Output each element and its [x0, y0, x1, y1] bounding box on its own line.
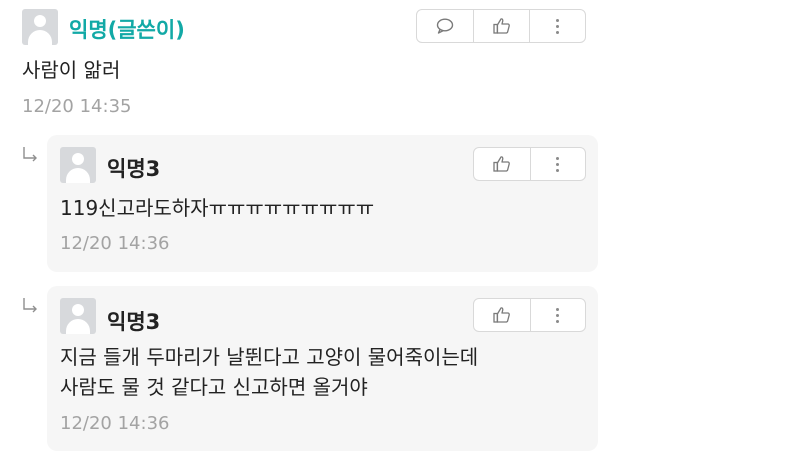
avatar [60, 298, 96, 334]
reply-text-line-2: 사람도 물 것 같다고 신고하면 올거야 [60, 375, 368, 399]
reply-comment: 익명3 지금 들개 두마리가 날뛴다고 고양이 물어죽이는데 사람도 물 것 같… [47, 286, 598, 451]
reply-action-bar [473, 298, 586, 332]
reply-timestamp: 12/20 14:36 [60, 413, 170, 434]
like-button[interactable] [474, 299, 530, 331]
vertical-dots-icon [556, 307, 560, 323]
thumbs-up-icon [493, 307, 510, 323]
comment-action-bar [416, 9, 586, 43]
like-button[interactable] [474, 148, 530, 180]
reply-comment: 익명3 119신고라도하자ㅠㅠㅠㅠㅠㅠㅠㅠㅠ 12/20 14:36 [47, 135, 598, 272]
speech-bubble-icon [436, 18, 454, 34]
comment-timestamp: 12/20 14:35 [22, 96, 132, 117]
thumbs-up-icon [493, 156, 510, 172]
reply-timestamp: 12/20 14:36 [60, 233, 170, 254]
avatar [22, 9, 58, 45]
comment-text: 사람이 앎러 [22, 58, 121, 82]
reply-arrow-icon [23, 298, 37, 313]
vertical-dots-icon [556, 18, 559, 34]
reply-text-line-1: 지금 들개 두마리가 날뛴다고 고양이 물어죽이는데 [60, 345, 479, 369]
comment-nickname: 익명(글쓴이) [69, 18, 185, 42]
thumbs-up-icon [492, 18, 510, 34]
more-button[interactable] [529, 10, 585, 42]
reply-nickname: 익명3 [107, 310, 161, 334]
reply-arrow-icon [23, 147, 37, 162]
reply-nickname: 익명3 [107, 157, 161, 181]
like-button[interactable] [473, 10, 529, 42]
more-button[interactable] [529, 148, 586, 180]
more-button[interactable] [529, 299, 586, 331]
avatar [60, 147, 96, 183]
reply-text: 119신고라도하자ㅠㅠㅠㅠㅠㅠㅠㅠㅠ [60, 196, 375, 220]
vertical-dots-icon [556, 156, 560, 172]
reply-action-bar [473, 147, 586, 181]
reply-button[interactable] [417, 10, 473, 42]
